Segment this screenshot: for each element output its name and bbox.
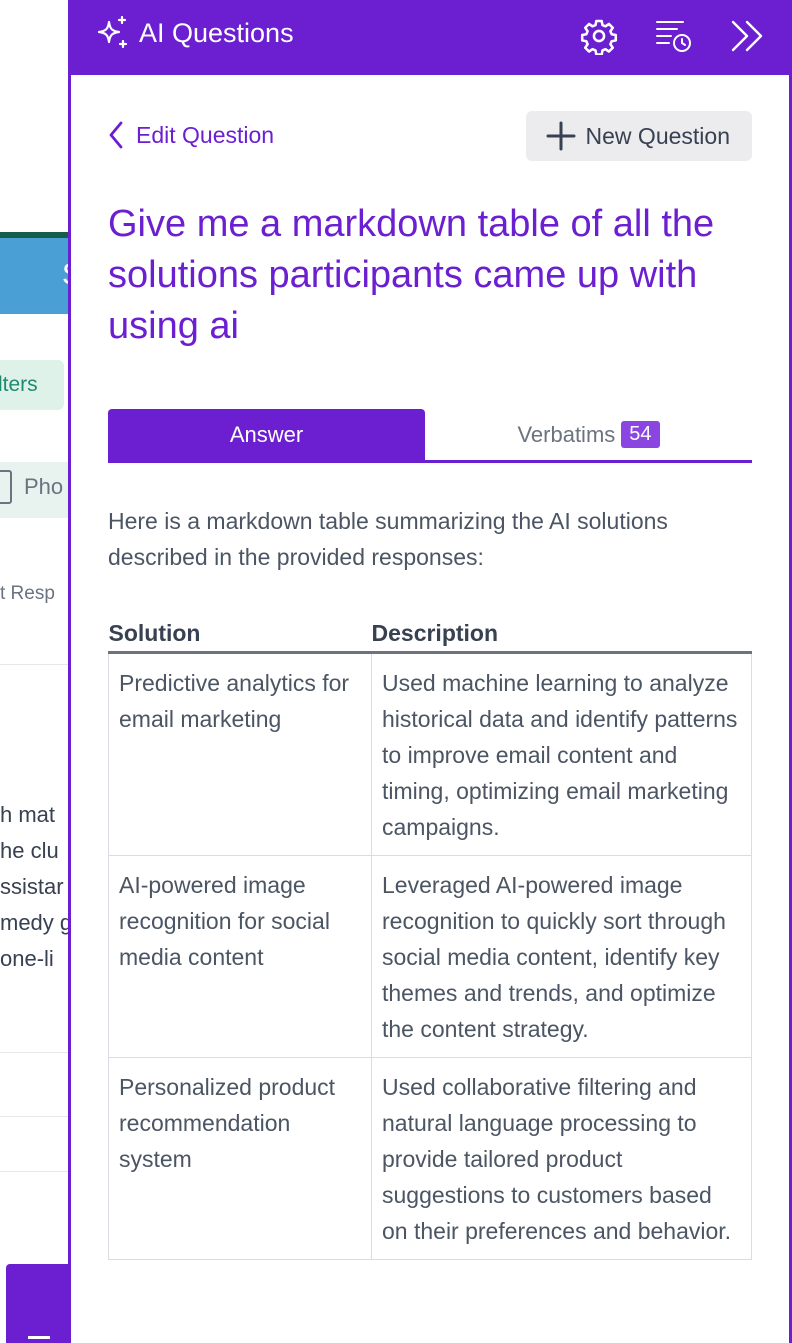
answer-intro: Here is a markdown table summarizing the… bbox=[108, 508, 668, 570]
tab-verbatims[interactable]: Verbatims 54 bbox=[425, 409, 752, 460]
background-action-button[interactable] bbox=[6, 1264, 70, 1343]
tab-answer-label: Answer bbox=[229, 421, 304, 447]
divider bbox=[0, 1116, 70, 1117]
solution-cell: AI-powered image recognition for social … bbox=[108, 855, 372, 1058]
background-toolbar-row: Pho bbox=[0, 462, 70, 518]
minus-icon bbox=[28, 1336, 50, 1339]
solution-cell: Predictive analytics for email marketing bbox=[108, 652, 372, 856]
gear-icon bbox=[580, 19, 618, 55]
ai-questions-panel: AI Questions Edit Question New Question … bbox=[68, 0, 792, 1343]
background-app: S lters Pho t Resp h mat he clu ssistar … bbox=[0, 0, 70, 1343]
collapse-panel-button[interactable] bbox=[727, 16, 767, 56]
background-paragraph-line: ssistar bbox=[0, 874, 64, 899]
background-paragraph-line: he clu bbox=[0, 838, 59, 863]
panel-content: Edit Question New Question Give me a mar… bbox=[108, 75, 752, 1260]
table-row: AI-powered image recognition for social … bbox=[108, 855, 752, 1058]
question-title: Give me a markdown table of all the solu… bbox=[108, 203, 715, 347]
table-header-row: Solution Description bbox=[108, 615, 752, 654]
edit-question-label: Edit Question bbox=[136, 121, 275, 148]
verbatims-count-badge: 54 bbox=[621, 421, 660, 448]
plus-icon bbox=[546, 121, 576, 151]
edit-question-link[interactable]: Edit Question bbox=[108, 121, 274, 149]
question-nav: Edit Question New Question bbox=[108, 75, 752, 185]
new-question-label: New Question bbox=[585, 122, 730, 149]
background-paragraph-line: medy g bbox=[0, 910, 70, 935]
history-button[interactable] bbox=[653, 16, 693, 56]
background-paragraph-line: h mat bbox=[0, 802, 56, 827]
chevron-left-icon bbox=[109, 121, 123, 149]
column-header-description: Description bbox=[371, 615, 752, 654]
description-cell: Used collaborative filtering and natural… bbox=[371, 1057, 752, 1260]
panel-header-actions bbox=[579, 16, 767, 56]
solutions-table: Solution Description Predictive analytic… bbox=[108, 615, 752, 1260]
column-header-solution: Solution bbox=[108, 615, 372, 654]
panel-title-group: AI Questions bbox=[93, 14, 294, 52]
divider bbox=[0, 1171, 70, 1172]
background-responses-label: t Resp bbox=[0, 583, 55, 604]
new-question-button[interactable]: New Question bbox=[525, 111, 752, 161]
panel-title: AI Questions bbox=[139, 17, 294, 48]
background-paragraph: h mat he clu ssistar medy g one-li bbox=[0, 797, 70, 977]
background-paragraph-line: one-li bbox=[0, 946, 54, 971]
panel-header: AI Questions bbox=[71, 0, 789, 75]
history-icon bbox=[656, 21, 691, 52]
double-chevron-right-icon bbox=[731, 20, 763, 52]
background-filters-button[interactable]: lters bbox=[0, 360, 64, 410]
background-photo-item[interactable]: Pho bbox=[0, 470, 63, 504]
divider bbox=[0, 664, 70, 665]
table-row: Predictive analytics for email marketing… bbox=[108, 652, 752, 856]
tab-answer[interactable]: Answer bbox=[108, 409, 425, 460]
background-photo-label: Pho bbox=[24, 474, 64, 499]
tab-verbatims-label: Verbatims bbox=[517, 421, 616, 447]
settings-button[interactable] bbox=[579, 16, 619, 56]
background-header: S bbox=[0, 238, 70, 314]
image-icon bbox=[0, 470, 12, 504]
description-cell: Used machine learning to analyze histori… bbox=[371, 652, 752, 856]
description-cell: Leveraged AI-powered image recognition t… bbox=[371, 855, 752, 1058]
table-row: Personalized product recommendation syst… bbox=[108, 1057, 752, 1260]
divider bbox=[0, 1052, 70, 1053]
solution-cell: Personalized product recommendation syst… bbox=[108, 1057, 372, 1260]
sparkle-icon bbox=[97, 15, 128, 49]
answer-tabs: Answer Verbatims 54 bbox=[108, 409, 752, 463]
